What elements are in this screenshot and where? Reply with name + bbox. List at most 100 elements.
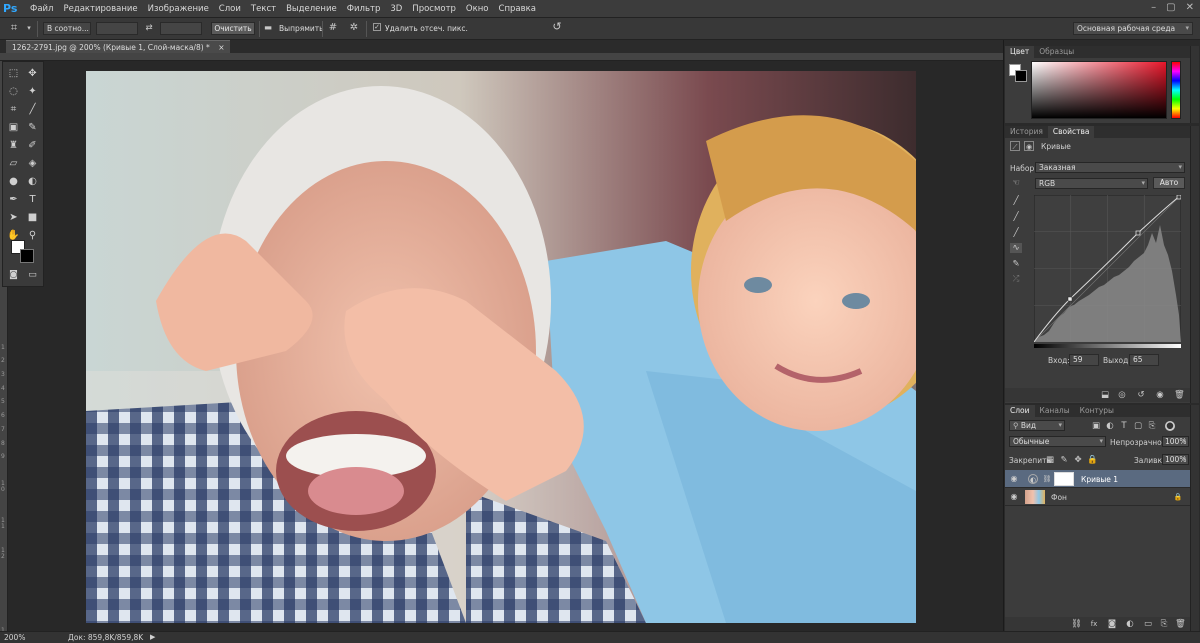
tab-paths[interactable]: Контуры xyxy=(1075,405,1119,417)
blend-mode-select[interactable]: Обычные xyxy=(1009,436,1106,447)
menu-text[interactable]: Текст xyxy=(246,0,281,18)
width-field[interactable] xyxy=(96,22,138,35)
new-layer-icon[interactable]: ⎘ xyxy=(1159,619,1169,629)
filter-type-icon[interactable]: T xyxy=(1119,421,1129,431)
new-adjustment-icon[interactable]: ◐ xyxy=(1125,619,1135,629)
overlay-grid-icon[interactable]: # xyxy=(328,23,338,33)
delete-cropped-checkbox[interactable]: ✓ xyxy=(373,23,381,31)
tab-channels[interactable]: Каналы xyxy=(1035,405,1075,417)
filter-smart-object-icon[interactable]: ⎘ xyxy=(1147,421,1157,431)
menu-layers[interactable]: Слои xyxy=(214,0,246,18)
visibility-eye-icon[interactable]: ◉ xyxy=(1155,390,1165,400)
brush-icon[interactable]: ✎ xyxy=(24,120,41,136)
color-bg-swatch[interactable] xyxy=(1015,70,1027,82)
menu-select[interactable]: Выделение xyxy=(281,0,342,18)
height-field[interactable] xyxy=(160,22,202,35)
layer-mask-thumbnail[interactable] xyxy=(1054,472,1074,486)
output-field[interactable]: 65 xyxy=(1129,354,1159,366)
minimize-button[interactable]: – xyxy=(1151,2,1156,13)
color-panel-scrollbar[interactable] xyxy=(1190,46,1199,123)
screen-mode-icon[interactable]: ▭ xyxy=(24,267,41,283)
hue-slider[interactable] xyxy=(1171,61,1181,119)
lasso-tool-icon[interactable]: ◌ xyxy=(5,84,22,100)
dodge-icon[interactable]: ◐ xyxy=(24,174,41,190)
lock-pixels-icon[interactable]: ✎ xyxy=(1059,455,1069,465)
tab-layers[interactable]: Слои xyxy=(1005,405,1035,417)
menu-edit[interactable]: Редактирование xyxy=(58,0,142,18)
status-menu-arrow-icon[interactable]: ▶ xyxy=(150,632,155,643)
properties-scrollbar[interactable] xyxy=(1190,126,1199,403)
layers-scrollbar[interactable] xyxy=(1190,405,1199,631)
layer-name[interactable]: Фон xyxy=(1051,493,1067,502)
trash-icon[interactable]: 🗑 xyxy=(1175,619,1186,629)
tool-preset-chevron-icon[interactable]: ▾ xyxy=(24,23,34,33)
gray-point-eyedropper-icon[interactable]: ╱ xyxy=(1011,212,1021,222)
eyedropper-icon[interactable]: ╱ xyxy=(24,102,41,118)
new-group-icon[interactable]: ▭ xyxy=(1143,619,1153,629)
path-selection-icon[interactable]: ➤ xyxy=(5,210,22,226)
filter-toggle-icon[interactable]: ● xyxy=(1165,421,1175,431)
curve-edit-icon[interactable]: ∿ xyxy=(1010,243,1022,253)
preset-select[interactable]: Заказная xyxy=(1035,162,1185,173)
menu-3d[interactable]: 3D xyxy=(385,0,407,18)
pencil-draw-icon[interactable]: ✎ xyxy=(1011,259,1021,269)
target-adjust-hand-icon[interactable]: ☜ xyxy=(1011,178,1021,188)
lock-all-icon[interactable]: 🔒 xyxy=(1087,455,1098,465)
layer-filter-select[interactable]: ⚲ Вид xyxy=(1009,420,1065,431)
document-canvas-photo[interactable] xyxy=(86,71,916,623)
tab-properties[interactable]: Свойства xyxy=(1047,126,1095,138)
auto-button[interactable]: Авто xyxy=(1153,177,1185,189)
layer-row-background[interactable]: ◉ Фон 🔒 xyxy=(1005,488,1190,506)
channel-select[interactable]: RGB xyxy=(1035,178,1148,189)
menu-filter[interactable]: Фильтр xyxy=(342,0,386,18)
filter-shape-icon[interactable]: ▢ xyxy=(1133,421,1143,431)
reset-adjustment-icon[interactable]: ↺ xyxy=(1136,390,1146,400)
filter-adjustment-icon[interactable]: ◐ xyxy=(1105,421,1115,431)
tab-history[interactable]: История xyxy=(1005,126,1048,138)
crop-tool-icon[interactable]: ⌗ xyxy=(5,102,22,118)
reset-icon[interactable]: ↺ xyxy=(552,21,562,32)
curves-graph[interactable] xyxy=(1033,194,1182,343)
zoom-icon[interactable]: ⚲ xyxy=(24,228,41,244)
crop-tool-icon[interactable]: ⌗ xyxy=(8,22,20,33)
paint-bucket-icon[interactable]: ◈ xyxy=(24,156,41,172)
stamp-icon[interactable]: ♜ xyxy=(5,138,22,154)
swap-icon[interactable]: ⇄ xyxy=(144,23,154,33)
gear-icon[interactable]: ✲ xyxy=(349,23,359,33)
maximize-button[interactable]: ▢ xyxy=(1166,2,1175,13)
menu-image[interactable]: Изображение xyxy=(143,0,214,18)
background-color-swatch[interactable] xyxy=(20,249,34,263)
eraser-icon[interactable]: ▱ xyxy=(5,156,22,172)
marquee-tool-icon[interactable]: ⬚ xyxy=(5,66,22,82)
filter-pixel-icon[interactable]: ▣ xyxy=(1091,421,1101,431)
type-icon[interactable]: T xyxy=(24,192,41,208)
move-tool-icon[interactable]: ✥ xyxy=(24,66,41,82)
input-field[interactable]: 59 xyxy=(1069,354,1099,366)
menu-view[interactable]: Просмотр xyxy=(407,0,461,18)
lock-transparency-icon[interactable]: ▦ xyxy=(1045,455,1055,465)
add-mask-icon[interactable]: ◙ xyxy=(1107,619,1117,629)
menu-window[interactable]: Окно xyxy=(461,0,494,18)
zoom-level[interactable]: 200% xyxy=(4,632,25,643)
clear-button[interactable]: Очистить xyxy=(211,22,255,35)
ratio-select[interactable]: В соотно... xyxy=(43,22,91,35)
blur-icon[interactable]: ● xyxy=(5,174,22,190)
straighten-label[interactable]: Выпрямить xyxy=(279,22,324,35)
black-point-eyedropper-icon[interactable]: ╱ xyxy=(1011,196,1021,206)
straighten-icon[interactable]: ▬ xyxy=(263,23,273,33)
layer-visibility-eye-icon[interactable]: ◉ xyxy=(1009,474,1019,484)
rectangle-icon[interactable]: ■ xyxy=(24,210,41,226)
menu-help[interactable]: Справка xyxy=(494,0,541,18)
smooth-icon[interactable]: ⤮ xyxy=(1011,274,1021,284)
close-window-button[interactable]: ✕ xyxy=(1186,2,1194,13)
tab-swatches[interactable]: Образцы xyxy=(1034,46,1079,58)
pen-icon[interactable]: ✒ xyxy=(5,192,22,208)
layer-name[interactable]: Кривые 1 xyxy=(1081,475,1118,484)
history-brush-icon[interactable]: ✐ xyxy=(24,138,41,154)
magic-wand-icon[interactable]: ✦ xyxy=(24,84,41,100)
tab-color[interactable]: Цвет xyxy=(1005,46,1035,58)
workspace-select[interactable]: Основная рабочая среда ▾ xyxy=(1073,22,1193,35)
quick-mask-icon[interactable]: ◙ xyxy=(5,267,22,283)
fill-field[interactable]: 100% xyxy=(1162,454,1189,465)
chain-link-icon[interactable]: ⛓ xyxy=(1042,474,1052,484)
